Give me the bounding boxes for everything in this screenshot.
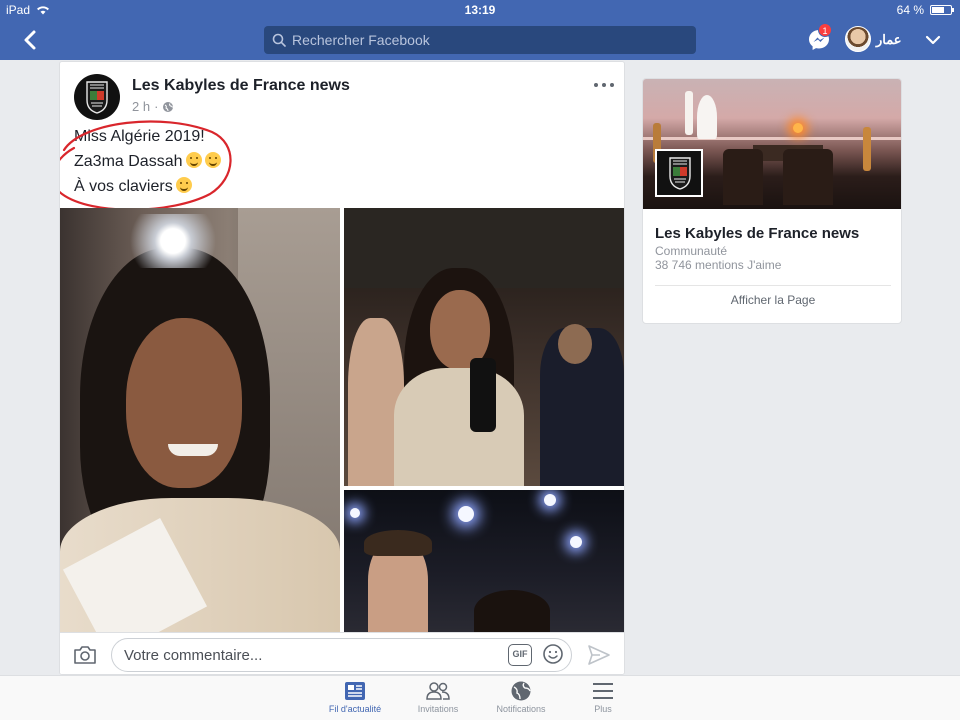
status-right: 64 % [896, 3, 954, 17]
gif-button[interactable]: GIF [508, 644, 532, 666]
comment-input[interactable] [111, 638, 572, 672]
page-card-category: Communauté [655, 244, 728, 258]
page-card-avatar[interactable] [655, 149, 703, 197]
post-page-name[interactable]: Les Kabyles de France news [132, 77, 350, 95]
top-nav-bar: 1 عمار [0, 20, 960, 60]
messenger-badge: 1 [818, 23, 832, 37]
friends-icon [426, 682, 450, 700]
divider [655, 285, 891, 286]
tab-label: Invitations [417, 704, 459, 714]
post-photo-2[interactable] [344, 208, 624, 486]
search-icon [272, 33, 286, 47]
emoji-picker-icon[interactable] [542, 643, 564, 665]
post-photo-main[interactable] [60, 208, 340, 632]
tab-more[interactable]: Plus [563, 680, 643, 714]
tab-label: Plus [594, 704, 612, 714]
comment-bar: GIF [60, 632, 624, 674]
chevron-down-icon[interactable] [924, 32, 942, 48]
feed-post: Les Kabyles de France news 2 h · Miss Al… [59, 61, 625, 675]
tab-notifications[interactable]: Notifications [481, 680, 561, 714]
back-chevron-icon[interactable] [18, 27, 44, 53]
camera-icon[interactable] [72, 643, 98, 667]
news-feed-icon [345, 682, 365, 700]
status-bar: iPad 13:19 64 % [0, 0, 960, 20]
send-icon[interactable] [586, 643, 612, 667]
bottom-tab-bar: Fil d'actualité Invitations Notification… [0, 675, 960, 720]
battery-percent: 64 % [896, 3, 924, 17]
page-card-name[interactable]: Les Kabyles de France news [655, 225, 859, 242]
page-card-likes: 38 746 mentions J'aime [655, 258, 782, 272]
status-time: 13:19 [464, 3, 496, 17]
battery-icon [930, 5, 954, 15]
tab-label: Notifications [496, 704, 546, 714]
hand-drawn-circle-annotation [60, 120, 232, 211]
page-suggestion-card: Les Kabyles de France news Communauté 38… [642, 78, 902, 324]
search-bar[interactable] [264, 26, 696, 54]
menu-icon [593, 683, 613, 699]
tab-label: Fil d'actualité [328, 704, 382, 714]
tab-news-feed[interactable]: Fil d'actualité [315, 680, 395, 714]
globe-icon [511, 681, 531, 701]
page-logo [669, 157, 691, 190]
view-page-button[interactable]: Afficher la Page [643, 293, 901, 307]
search-input[interactable] [292, 32, 672, 48]
post-photo-3[interactable] [344, 490, 624, 632]
profile-avatar[interactable] [845, 26, 871, 52]
tab-invitations[interactable]: Invitations [398, 680, 478, 714]
post-options-button[interactable] [594, 80, 614, 90]
profile-name[interactable]: عمار [876, 32, 902, 48]
